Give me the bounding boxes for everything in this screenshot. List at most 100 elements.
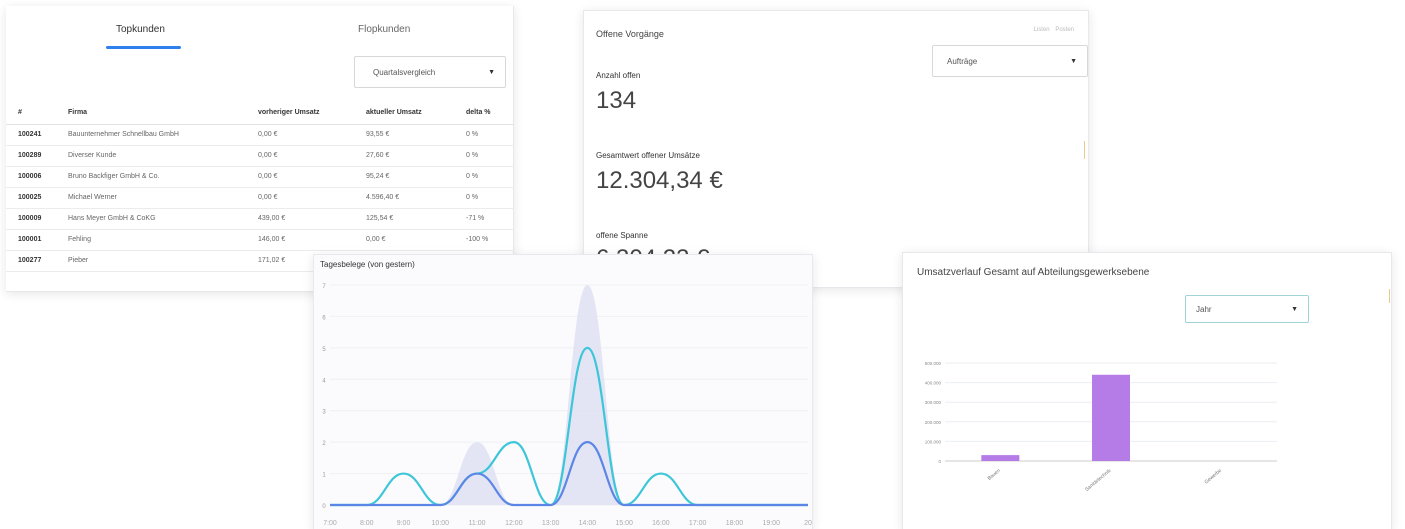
customer-current-revenue: 27,60 €	[354, 145, 454, 167]
revenue-history-panel: 0 100.000 200.000 300.000 400.000 500.000 Baue…	[902, 252, 1392, 529]
table-row[interactable]: 100001 Fehling 146,00 € 0,00 € -100 %	[6, 229, 514, 251]
x-tick-label: 12:00	[505, 520, 523, 527]
resize-handle[interactable]	[1084, 141, 1090, 159]
customer-delta: 0 %	[454, 124, 514, 146]
y-tick-label: 0	[322, 504, 326, 510]
y-tick-label: 0	[938, 459, 941, 464]
x-tick-label: Sanitärtechnik	[1084, 468, 1113, 493]
view-links: Listen Posten	[1030, 27, 1074, 33]
customer-company: Pieber	[56, 250, 246, 272]
x-tick-label: 15:00	[615, 520, 633, 527]
customer-id: 100289	[6, 145, 56, 167]
x-tick-label: 11:00	[469, 520, 486, 527]
customer-current-revenue: 93,55 €	[354, 124, 454, 146]
resize-handle[interactable]	[1389, 289, 1393, 303]
customer-company: Bruno Backfiger GmbH & Co.	[56, 166, 246, 188]
customer-current-revenue: 95,24 €	[354, 166, 454, 188]
open-total-label: Gesamtwert offener Umsätze	[596, 151, 700, 160]
x-tick-label: 19:00	[762, 520, 780, 527]
y-tick-label: 5	[322, 347, 326, 353]
customer-id: 100006	[6, 166, 56, 188]
x-tick-label: 14:00	[579, 520, 597, 527]
daily-receipts-panel: 0 1 2 3 4 5 6 7 7:00 8:00 9:00 10:00 11:00 12:00 13:00…	[313, 254, 813, 529]
document-type-select[interactable]: Aufträge ▼	[932, 45, 1088, 77]
customer-current-revenue: 4.596,40 €	[354, 187, 454, 209]
list-view-link[interactable]: Listen	[1034, 27, 1050, 33]
chevron-down-icon: ▼	[488, 68, 495, 76]
customer-company: Diverser Kunde	[56, 145, 246, 167]
customer-current-revenue: 125,54 €	[354, 208, 454, 230]
y-tick-label: 300.000	[925, 400, 942, 405]
customer-company: Fehling	[56, 229, 246, 251]
customer-delta: 0 %	[454, 145, 514, 167]
x-tick-label: Bauen	[987, 468, 1002, 482]
customer-id: 100009	[6, 208, 56, 230]
comparison-period-select[interactable]: Quartalsvergleich ▼	[354, 56, 506, 88]
customer-previous-revenue: 146,00 €	[246, 229, 354, 251]
x-tick-label: 17:00	[689, 520, 707, 527]
customer-tabs: Topkunden Flopkunden	[6, 6, 513, 56]
column-header-number[interactable]: #	[6, 102, 56, 125]
y-tick-label: 1	[322, 473, 326, 479]
chevron-down-icon: ▼	[1070, 57, 1077, 65]
revenue-history-title: Umsatzverlauf Gesamt auf Abteilungsgewer…	[917, 267, 1150, 278]
customer-company: Michael Werner	[56, 187, 246, 209]
customer-company: Bauunternehmer Schnellbau GmbH	[56, 124, 246, 146]
column-header-company[interactable]: Firma	[56, 102, 246, 125]
y-tick-label: 2	[322, 441, 326, 447]
customer-delta: -71 %	[454, 208, 514, 230]
period-select[interactable]: Jahr ▼	[1185, 295, 1309, 323]
customer-id: 100277	[6, 250, 56, 272]
table-row[interactable]: 100009 Hans Meyer GmbH & CoKG 439,00 € 1…	[6, 208, 514, 230]
x-tick-label: Gewerbe	[1204, 468, 1224, 486]
open-total-value: 12.304,34 €	[596, 167, 723, 194]
table-header-row: # Firma vorheriger Umsatz aktueller Umsa…	[6, 102, 514, 125]
customer-previous-revenue: 0,00 €	[246, 124, 354, 146]
open-count-label: Anzahl offen	[596, 71, 641, 80]
x-tick-label: 13:00	[542, 520, 560, 527]
open-count-value: 134	[596, 87, 637, 114]
customer-previous-revenue: 0,00 €	[246, 187, 354, 209]
customer-delta: -100 %	[454, 229, 514, 251]
items-view-link[interactable]: Posten	[1055, 27, 1074, 33]
x-tick-label: 8:00	[360, 520, 374, 527]
customer-id: 100001	[6, 229, 56, 251]
table-row[interactable]: 100241 Bauunternehmer Schnellbau GmbH 0,…	[6, 124, 514, 146]
customer-company: Hans Meyer GmbH & CoKG	[56, 208, 246, 230]
period-value: Jahr	[1196, 304, 1212, 314]
active-tab-indicator	[106, 46, 181, 49]
x-tick-label: 16:00	[652, 520, 670, 527]
y-tick-label: 400.000	[925, 381, 942, 386]
daily-receipts-chart: 0 1 2 3 4 5 6 7 7:00 8:00 9:00 10:00 11:00 12:00 13:00…	[322, 284, 812, 527]
y-tick-label: 100.000	[925, 439, 942, 444]
open-margin-label: offene Spanne	[596, 231, 648, 240]
tab-top-customers[interactable]: Topkunden	[116, 24, 165, 35]
y-tick-label: 500.000	[925, 361, 942, 366]
table-row[interactable]: 100006 Bruno Backfiger GmbH & Co. 0,00 €…	[6, 166, 514, 188]
open-processes-panel: Offene Vorgänge Listen Posten Aufträge ▼…	[583, 10, 1089, 288]
table-row[interactable]: 100025 Michael Werner 0,00 € 4.596,40 € …	[6, 187, 514, 209]
revenue-history-chart: 0 100.000 200.000 300.000 400.000 500.000 Baue…	[925, 361, 1277, 493]
y-tick-label: 7	[322, 284, 326, 290]
column-header-previous-revenue[interactable]: vorheriger Umsatz	[246, 102, 354, 125]
x-tick-label: 10:00	[432, 520, 450, 527]
tab-flop-customers[interactable]: Flopkunden	[358, 24, 410, 35]
x-tick-label: 9:00	[397, 520, 411, 527]
column-header-current-revenue[interactable]: aktueller Umsatz	[354, 102, 454, 125]
column-header-delta[interactable]: delta %	[454, 102, 514, 125]
comparison-period-value: Quartalsvergleich	[373, 67, 436, 77]
open-processes-title: Offene Vorgänge	[596, 29, 664, 39]
customer-delta: 0 %	[454, 166, 514, 188]
y-tick-label: 200.000	[925, 420, 942, 425]
revenue-bar	[981, 455, 1020, 461]
x-tick-label: 20	[804, 520, 812, 527]
customer-previous-revenue: 0,00 €	[246, 166, 354, 188]
table-row[interactable]: 100289 Diverser Kunde 0,00 € 27,60 € 0 %	[6, 145, 514, 167]
document-type-value: Aufträge	[947, 56, 978, 66]
x-tick-label: 7:00	[323, 520, 337, 527]
y-tick-label: 4	[322, 378, 326, 384]
top-customers-panel: Topkunden Flopkunden Quartalsvergleich ▼…	[6, 6, 514, 292]
customer-id: 100241	[6, 124, 56, 146]
revenue-bar	[1092, 374, 1130, 461]
customer-id: 100025	[6, 187, 56, 209]
